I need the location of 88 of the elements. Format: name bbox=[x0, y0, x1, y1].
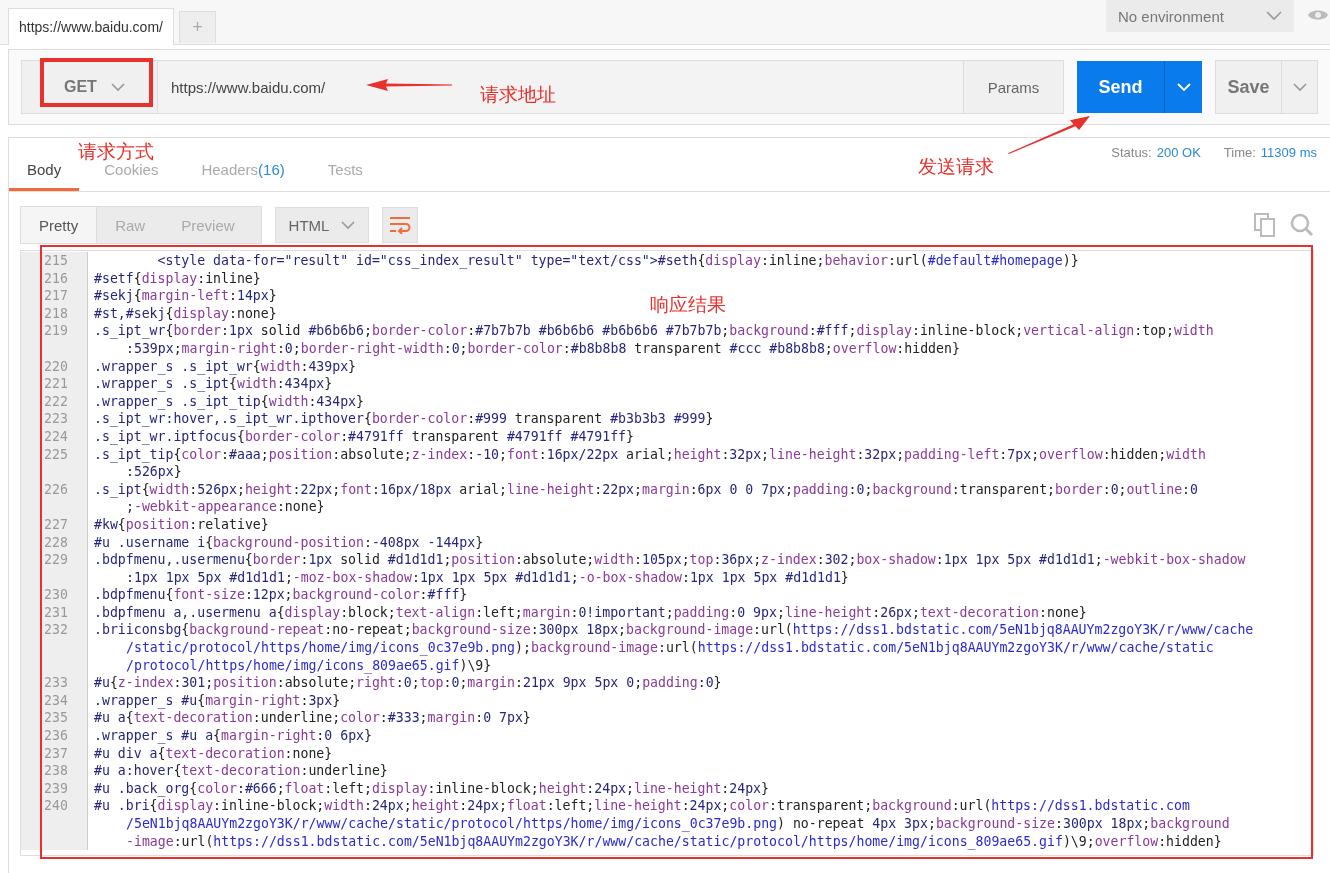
code-line: #st,#sekj{display:none} bbox=[94, 305, 277, 321]
response-tab[interactable]: Tests bbox=[309, 161, 381, 191]
code-line: #u .bri{display:inline-block;width:24px;height:24px;float:left;line-height:24px;color:transparent;background:url(https://dss1.bdstatic.com bbox=[94, 798, 1190, 814]
code-line: .s_ipt_wr.iptfocus{border-color:#4791ff transparent #4791ff #4791ff} bbox=[94, 428, 634, 444]
line-number: 226 bbox=[44, 481, 68, 497]
code-line: #u .username i{background-position:-408px -144px} bbox=[94, 534, 484, 550]
code-line: #u div a{text-decoration:none} bbox=[94, 745, 333, 761]
line-number: 219 bbox=[44, 323, 68, 339]
status-value: 200 OK bbox=[1156, 145, 1201, 160]
code-line: #sekj{margin-left:14px} bbox=[94, 288, 277, 304]
chevron-down-icon bbox=[1266, 11, 1282, 21]
status-label: Status: bbox=[1111, 145, 1152, 160]
line-number: 236 bbox=[44, 728, 68, 744]
line-number: 238 bbox=[44, 763, 68, 779]
line-number: 215 bbox=[44, 253, 68, 268]
code-line: #kw{position:relative} bbox=[94, 516, 269, 532]
line-number: 239 bbox=[44, 780, 68, 796]
environment-dropdown[interactable]: No environment bbox=[1106, 0, 1294, 32]
line-number: 233 bbox=[44, 675, 68, 691]
code-line: .s_ipt_wr{border:1px solid #b6b6b6;border-color:#7b7b7b #b6b6b6 #b6b6b6 #7b7b7b;background:#fff;display:inline-block;vertical-align:top;width bbox=[94, 323, 1214, 339]
code-line: <style data-for="result" id="css_index_result" type="text/css">#seth{display:inline;behavior:url(#default#homepage)} bbox=[156, 253, 1079, 268]
line-number: 229 bbox=[44, 552, 68, 568]
code-line: #u{z-index:301;position:absolute;right:0;top:0;margin:21px 9px 5px 0;padding:0} bbox=[94, 675, 722, 691]
line-number: 222 bbox=[44, 393, 68, 409]
wrap-lines-button[interactable] bbox=[382, 207, 418, 243]
view-mode-tab[interactable]: Pretty bbox=[21, 207, 98, 243]
code-line: .bdpfmenu,.usermenu{border:1px solid #d1d1d1;position:absolute;width:105px;top:36px;z-index:302;box-shadow:1px 1px 5px #d1d1d1;-webkit-box-shadow bbox=[94, 552, 1246, 568]
code-line: /protocol/https/home/img/icons_809ae65.gif)\9} bbox=[126, 657, 492, 673]
line-number: 217 bbox=[44, 288, 68, 304]
copy-icon[interactable] bbox=[1254, 213, 1276, 237]
code-line: /static/protocol/https/home/img/icons_0c37e9b.png);background-image:url(https://dss1.bdstatic.com/5eN1bjq8AAUYm2zgoY3K/r/www/cache/static bbox=[126, 640, 1214, 656]
line-number: 240 bbox=[44, 798, 68, 814]
format-dropdown[interactable]: HTML bbox=[275, 207, 369, 243]
annotation-label: 响应结果 bbox=[650, 293, 726, 317]
code-line: .s_ipt_tip{color:#aaa;position:absolute;z-index:-10;font:16px/22px arial;height:32px;line-height:32px;padding-left:7px;overflow:hidden;width bbox=[94, 446, 1206, 462]
new-tab-button[interactable]: + bbox=[178, 11, 216, 43]
save-button[interactable]: Save bbox=[1216, 61, 1281, 113]
line-number: 224 bbox=[44, 428, 68, 444]
line-number: 216 bbox=[44, 270, 68, 286]
line-number: 231 bbox=[44, 604, 68, 620]
code-line: :1px 1px 5px #d1d1d1;-moz-box-shadow:1px 1px 5px #d1d1d1;-o-box-shadow:1px 1px 5px #d1d1d1} bbox=[126, 569, 849, 585]
time-value: 11309 ms bbox=[1260, 145, 1317, 160]
code-line: :526px} bbox=[126, 464, 182, 480]
request-tab[interactable]: https://www.baidu.com/ bbox=[8, 8, 174, 45]
search-icon[interactable] bbox=[1290, 213, 1314, 237]
save-options-button[interactable] bbox=[1281, 61, 1317, 113]
code-line: .wrapper_s #u{margin-right:3px} bbox=[94, 692, 341, 708]
code-line: #u .back_org{color:#666;float:left;display:inline-block;height:24px;line-height:24px} bbox=[94, 780, 769, 796]
code-line: .bdpfmenu a,.usermenu a{display:block;text-align:left;margin:0!important;padding:0 9px;line-height:26px;text-decoration:none} bbox=[94, 604, 1087, 620]
code-line: .bdpfmenu{font-size:12px;background-color:#fff} bbox=[94, 587, 468, 603]
code-line: ;-webkit-appearance:none} bbox=[126, 499, 325, 515]
annotation-label: 发送请求 bbox=[918, 155, 994, 179]
line-number: 235 bbox=[44, 710, 68, 726]
code-line: .wrapper_s .s_ipt{width:434px} bbox=[94, 376, 333, 392]
code-line: #u a:hover{text-decoration:underline} bbox=[94, 763, 388, 779]
code-line: :539px;margin-right:0;border-right-width:0;border-color:#b8b8b8 transparent #ccc #b8b8b8;overflow:hidden} bbox=[126, 340, 960, 356]
code-line: #u a{text-decoration:underline;color:#333;margin:0 7px} bbox=[94, 710, 531, 726]
line-number: 221 bbox=[44, 376, 68, 392]
send-options-button[interactable] bbox=[1164, 61, 1202, 113]
line-number: 227 bbox=[44, 516, 68, 532]
line-number: 218 bbox=[44, 305, 68, 321]
code-line: -image:url(https://dss1.bdstatic.com/5eN1bjq8AAUYm2zgoY3K/r/www/cache/static/protocol/https/home/img/icons_809ae65.gif)\9;overflow:hidden} bbox=[126, 833, 1222, 849]
code-line: .s_ipt{width:526px;height:22px;font:16px/18px arial;line-height:22px;margin:6px 0 0 7px;padding:0;background:transparent;border:0;outline:0 bbox=[94, 481, 1198, 497]
code-line: #setf{display:inline} bbox=[94, 270, 261, 286]
code-line: .s_ipt_wr:hover,.s_ipt_wr.ipthover{border-color:#999 transparent #b3b3b3 #999} bbox=[94, 411, 714, 427]
code-line: .briiconsbg{background-repeat:no-repeat;background-size:300px 18px;background-image:url(https://dss1.bdstatic.com/5eN1bjq8AAUYm2zgoY3K/r/www/cache bbox=[94, 622, 1254, 638]
code-line: .wrapper_s .s_ipt_tip{width:434px} bbox=[94, 393, 364, 409]
code-line: .wrapper_s .s_ipt_wr{width:439px} bbox=[94, 358, 357, 374]
caret-icon bbox=[1176, 82, 1191, 92]
line-number: 223 bbox=[44, 411, 68, 427]
caret-icon bbox=[1292, 82, 1307, 92]
chevron-down-icon bbox=[341, 220, 356, 230]
line-number: 228 bbox=[44, 534, 68, 550]
response-tab[interactable]: Cookies bbox=[86, 161, 177, 191]
line-number: 237 bbox=[44, 745, 68, 761]
line-number: 234 bbox=[44, 692, 68, 708]
wrap-icon bbox=[389, 216, 411, 234]
time-label: Time: bbox=[1223, 145, 1256, 160]
line-number: 225 bbox=[44, 446, 68, 462]
line-number: 232 bbox=[44, 622, 68, 638]
code-line: /5eN1bjq8AAUYm2zgoY3K/r/www/cache/static/protocol/https/home/img/icons_0c37e9b.png) no-repeat 4px 3px;background-size:300px 18px;background bbox=[126, 816, 1230, 831]
response-tab[interactable]: Body bbox=[9, 161, 80, 191]
line-number: 230 bbox=[44, 587, 68, 603]
response-tab[interactable]: Headers(16) bbox=[183, 161, 303, 191]
line-number: 220 bbox=[44, 358, 68, 374]
annotation-label: 请求方式 bbox=[78, 140, 154, 164]
send-button[interactable]: Send bbox=[1077, 61, 1164, 113]
code-line: .wrapper_s #u a{margin-right:0 6px} bbox=[94, 728, 372, 744]
